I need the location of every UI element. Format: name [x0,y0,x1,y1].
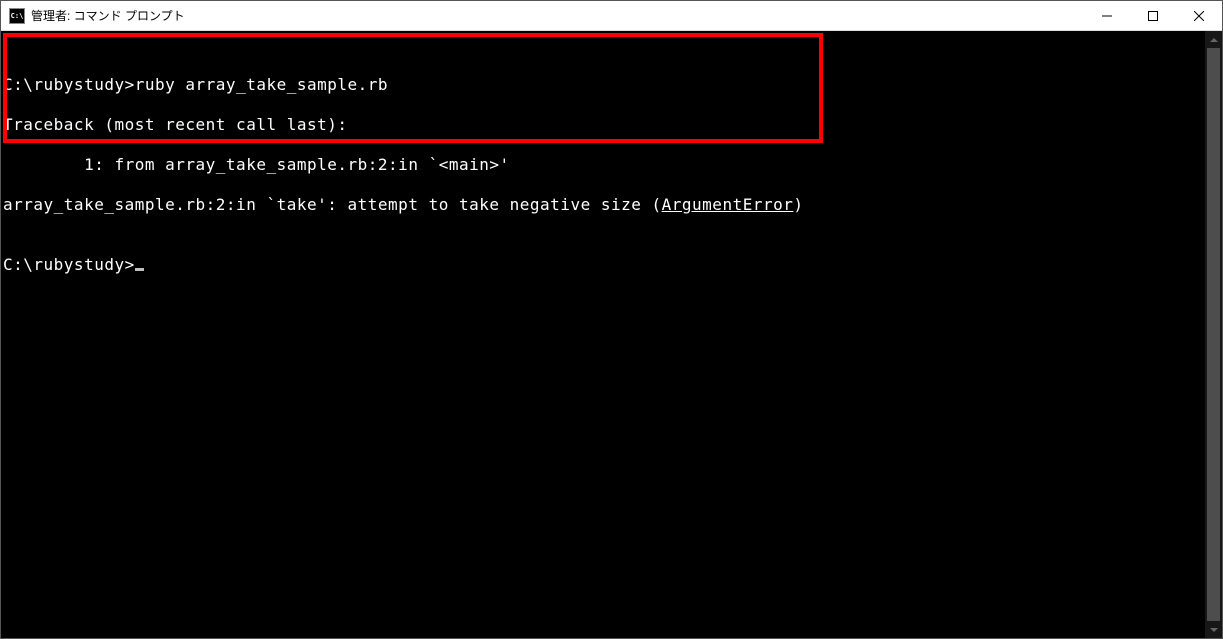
minimize-button[interactable] [1084,1,1130,30]
app-icon: C:\ [9,8,25,24]
scroll-track[interactable] [1205,48,1222,621]
error-text: array_take_sample.rb:2:in `take': attemp… [3,195,662,214]
scroll-down-arrow[interactable] [1205,621,1222,638]
vertical-scrollbar[interactable] [1205,31,1222,638]
console-area: C:\rubystudy>ruby array_take_sample.rb T… [1,31,1222,638]
titlebar[interactable]: C:\ 管理者: コマンド プロンプト [1,1,1222,31]
prompt-text: C:\rubystudy> [3,255,135,274]
command-prompt-window: C:\ 管理者: コマンド プロンプト C:\rubystudy>ruby ar… [0,0,1223,639]
error-closing: ) [793,195,803,214]
window-title: 管理者: コマンド プロンプト [31,7,185,24]
maximize-button[interactable] [1130,1,1176,30]
cursor [135,268,144,271]
error-class: ArgumentError [662,195,794,214]
window-controls [1084,1,1222,30]
traceback-frame: 1: from array_take_sample.rb:2:in `<main… [3,155,1203,175]
scroll-up-arrow[interactable] [1205,31,1222,48]
console-output[interactable]: C:\rubystudy>ruby array_take_sample.rb T… [1,31,1205,638]
traceback-header: Traceback (most recent call last): [3,115,1203,135]
scroll-thumb[interactable] [1207,48,1220,621]
prompt-text: C:\rubystudy> [3,75,135,94]
command-text: ruby array_take_sample.rb [135,75,388,94]
close-button[interactable] [1176,1,1222,30]
